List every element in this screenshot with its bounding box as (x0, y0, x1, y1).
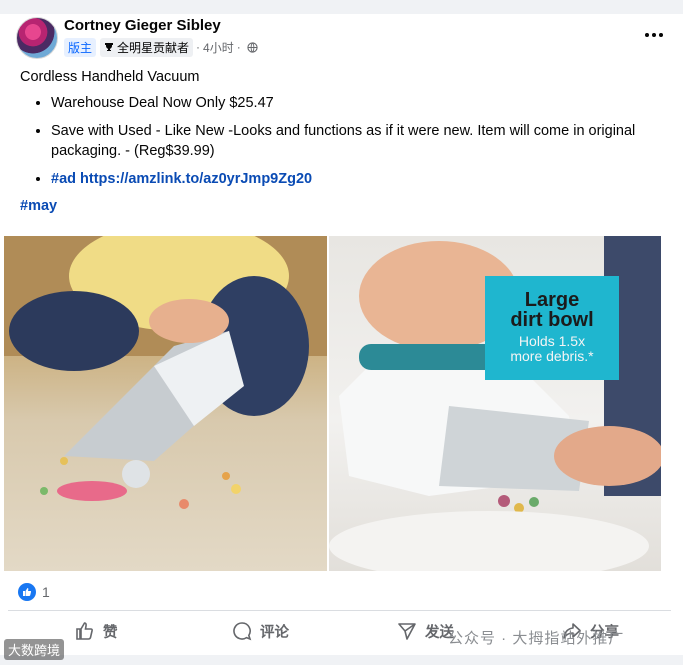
send-icon (398, 623, 416, 640)
more-options-button[interactable] (640, 28, 668, 42)
photo-dirt-bowl[interactable]: Large dirt bowl Holds 1.5x more debris.* (329, 236, 661, 571)
bullet-item: Save with Used - Like New -Looks and fun… (51, 121, 660, 161)
overlay-line-debris: more debris.* (510, 348, 594, 364)
more-dot-icon (645, 33, 649, 37)
action-divider (8, 610, 671, 611)
more-dot-icon (659, 33, 663, 37)
avatar[interactable] (16, 17, 58, 59)
star-contributor-badge[interactable]: 全明星贡献者 (100, 37, 194, 57)
thumbs-up-icon (76, 622, 93, 640)
photo-vacuum-floor[interactable] (4, 236, 327, 571)
post-bullets: Warehouse Deal Now Only $25.47 Save with… (20, 93, 660, 189)
bullet-item-link: #ad https://amzlink.to/az0yrJmp9Zg20 (51, 169, 660, 189)
more-dot-icon (652, 33, 656, 37)
like-button[interactable]: 赞 (75, 615, 118, 647)
like-label: 赞 (103, 624, 118, 641)
comment-label: 评论 (260, 624, 289, 641)
post-photos: Large dirt bowl Holds 1.5x more debris.* (4, 236, 661, 571)
watermark-left-text: 大数跨境 (8, 643, 61, 658)
may-hashtag-link[interactable]: #may (20, 198, 57, 214)
overlay-line-dirt-bowl: dirt bowl (510, 309, 594, 331)
dirt-bowl-overlay: Large dirt bowl Holds 1.5x more debris.* (485, 276, 619, 380)
facebook-post: Cortney Gieger Sibley 版主 全明星贡献者 · 4小时 · … (0, 0, 683, 665)
watermark-right: 公众号 · 大拇指站外推广 (448, 630, 625, 647)
globe-icon[interactable] (247, 41, 258, 53)
feed-background (0, 0, 683, 14)
like-reaction-icon (18, 583, 36, 601)
reaction-summary[interactable]: 1 (18, 583, 50, 601)
overlay-line-large: Large (524, 289, 580, 311)
admin-badge[interactable]: 版主 (64, 37, 97, 57)
trophy-icon (105, 43, 114, 51)
star-badge-label: 全明星贡献者 (117, 40, 190, 55)
feed-background-bottom (0, 655, 683, 665)
comment-icon (233, 622, 252, 641)
send-button[interactable]: 发送 (397, 615, 454, 647)
bullet-item: Warehouse Deal Now Only $25.47 (51, 93, 660, 113)
thumbs-up-icon (23, 588, 32, 596)
overlay-line-holds: Holds 1.5x (518, 333, 586, 349)
photo-left-illustration (4, 236, 327, 509)
post-meta: 版主 全明星贡献者 · 4小时 · (64, 37, 258, 57)
post-time[interactable]: 4小时 (203, 39, 234, 56)
watermark-left: 大数跨境 (4, 639, 65, 660)
product-link[interactable]: https://amzlink.to/az0yrJmp9Zg20 (80, 171, 312, 187)
ad-hashtag-link[interactable]: #ad (51, 171, 76, 187)
reaction-count: 1 (42, 584, 50, 600)
separator-dot: · (196, 40, 201, 54)
post-body: Cordless Handheld Vacuum Warehouse Deal … (20, 67, 660, 197)
separator-dot: · (236, 40, 241, 54)
author-name[interactable]: Cortney Gieger Sibley (64, 17, 221, 34)
post-title: Cordless Handheld Vacuum (20, 69, 200, 85)
comment-button[interactable]: 评论 (232, 615, 289, 647)
